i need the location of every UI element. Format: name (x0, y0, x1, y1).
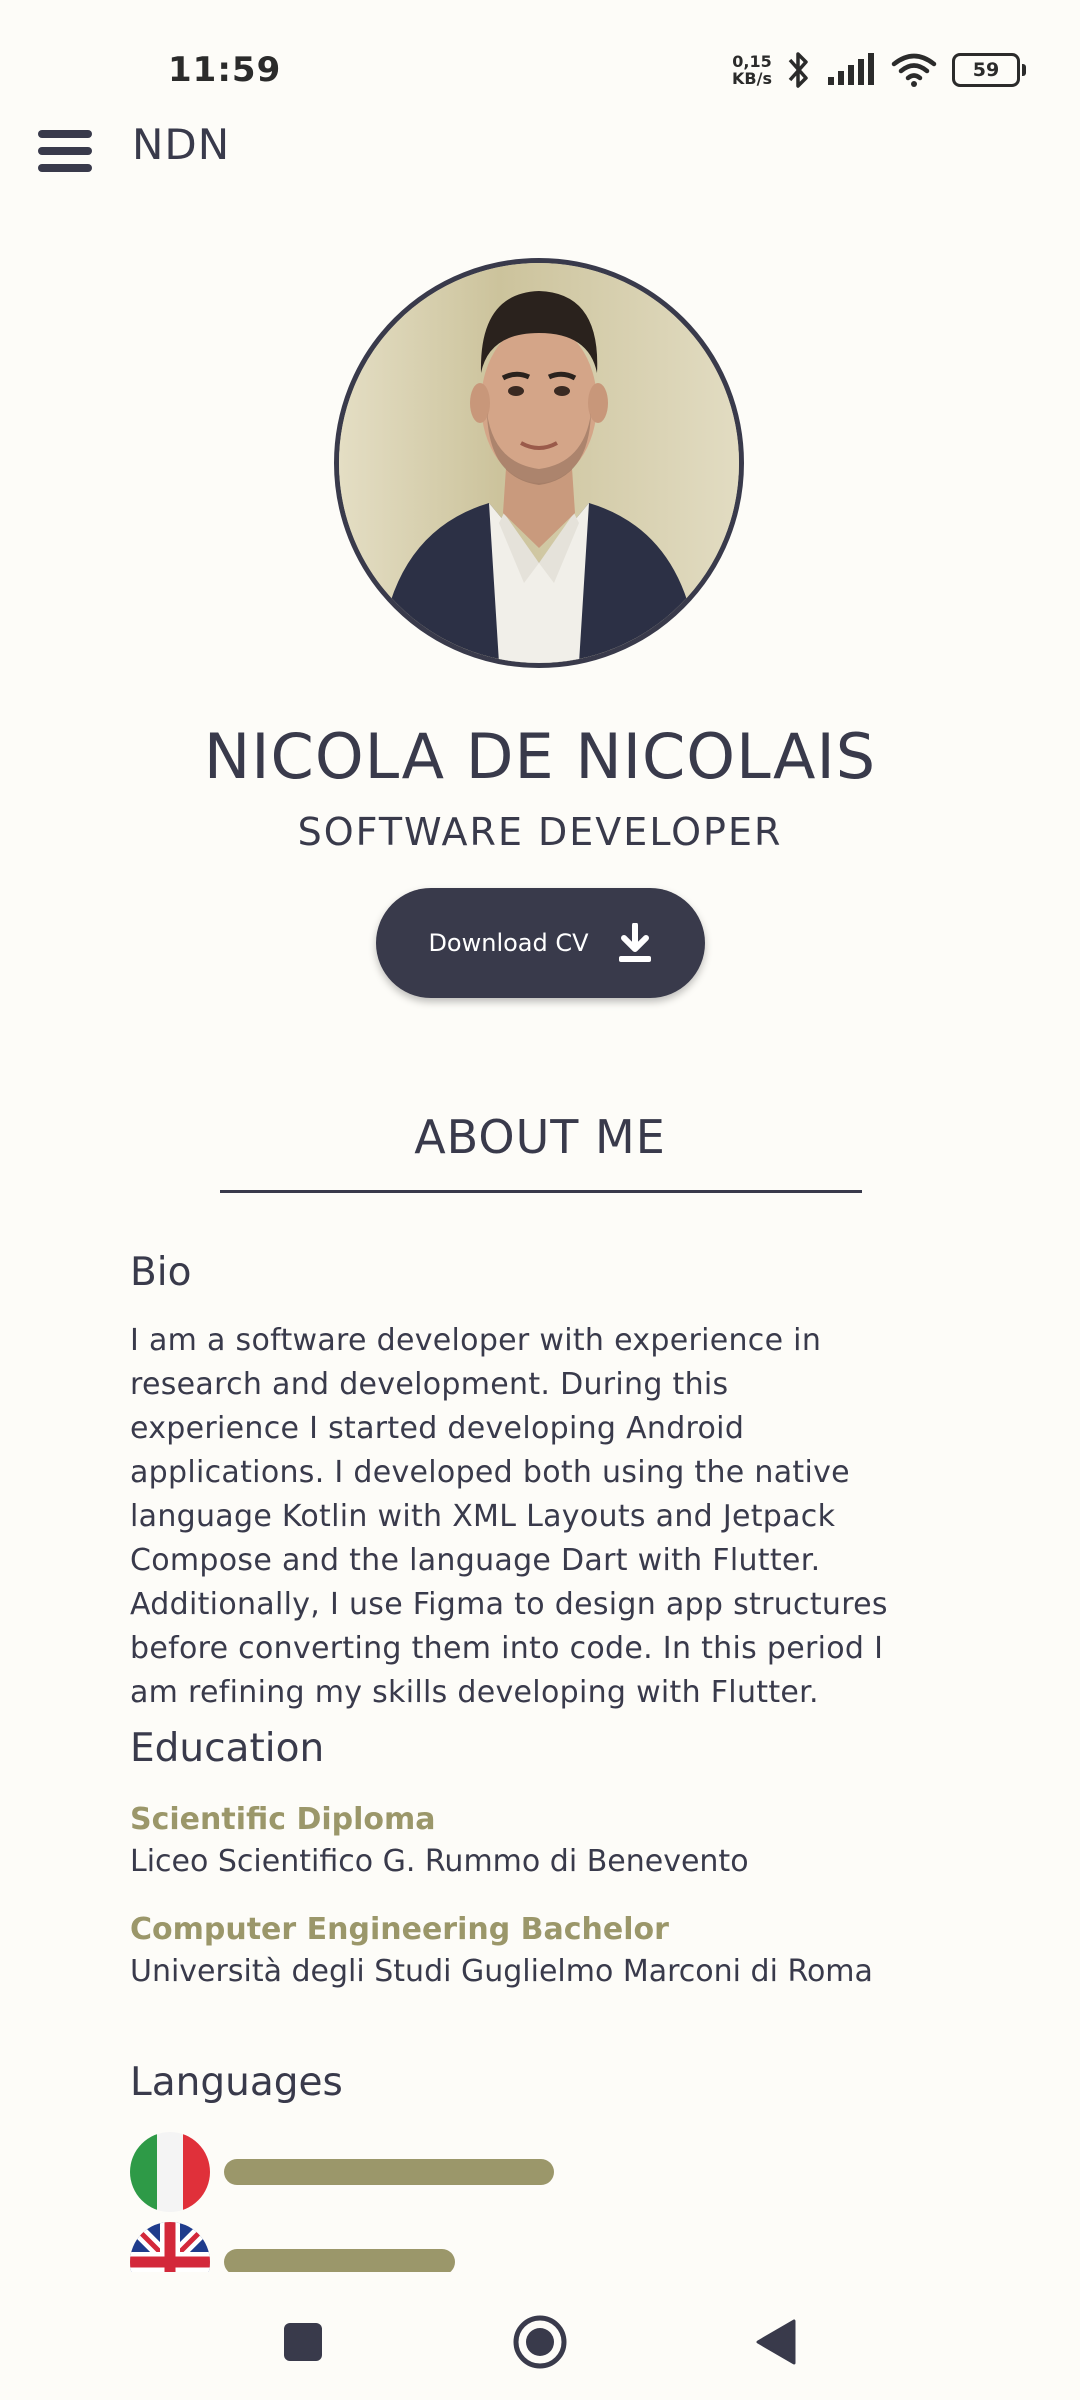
education-item: Computer Engineering Bachelor Università… (130, 1910, 873, 1994)
network-speed-value: 0,15 (732, 52, 772, 71)
profile-photo (334, 258, 744, 668)
education-heading: Education (130, 1726, 325, 1771)
education-school: Liceo Scientifico G. Rummo di Benevento (130, 1844, 749, 1879)
bio-heading: Bio (130, 1250, 192, 1295)
system-navigation-bar (0, 2272, 1080, 2400)
status-icons: 0,15 KB/s 59 (732, 48, 1026, 92)
profile-name: NICOLA DE NICOLAIS (203, 720, 877, 793)
profile-role: SOFTWARE DEVELOPER (297, 810, 783, 854)
education-title: Computer Engineering Bachelor (130, 1912, 669, 1947)
triangle-back-icon[interactable] (745, 2312, 805, 2372)
education-school: Università degli Studi Guglielmo Marconi… (130, 1954, 873, 1989)
italy-flag-icon (130, 2132, 210, 2212)
status-bar: 11:59 0,15 KB/s 59 (0, 0, 1080, 120)
app-title: NDN (132, 120, 231, 169)
download-cv-button[interactable]: Download CV (376, 888, 705, 998)
bio-line: experience I started developing Android (130, 1411, 745, 1446)
about-me-divider (220, 1190, 862, 1193)
languages-heading: Languages (130, 2060, 343, 2105)
language-row (130, 2132, 554, 2212)
bio-line: am refining my skills developing with Fl… (130, 1675, 819, 1710)
bio-line: before converting them into code. In thi… (130, 1631, 884, 1666)
profile-photo-illustration (339, 263, 739, 663)
education-item: Scientific Diploma Liceo Scientifico G. … (130, 1800, 749, 1884)
circle-home-icon[interactable] (510, 2312, 570, 2372)
status-time: 11:59 (168, 50, 282, 90)
signal-icon (828, 53, 874, 85)
bio-section: Bio I am a software developer with exper… (130, 1250, 960, 1715)
about-me-title: ABOUT ME (414, 1110, 666, 1164)
hamburger-menu-icon[interactable] (38, 126, 92, 176)
bio-line: applications. I developed both using the… (130, 1455, 850, 1490)
education-title: Scientific Diploma (130, 1802, 436, 1837)
download-cv-label: Download CV (428, 929, 589, 957)
bluetooth-icon (788, 52, 808, 88)
bio-line: research and development. During this (130, 1367, 729, 1402)
bio-line: I am a software developer with experienc… (130, 1323, 822, 1358)
app-bar: NDN (0, 110, 1080, 190)
bio-text: I am a software developer with experienc… (130, 1319, 960, 1715)
battery-icon: 59 (952, 53, 1026, 87)
bio-line: language Kotlin with XML Layouts and Jet… (130, 1499, 836, 1534)
language-level-bar (224, 2159, 554, 2185)
network-speed: 0,15 KB/s (732, 53, 772, 87)
square-recents-icon[interactable] (273, 2312, 333, 2372)
bio-line: Additionally, I use Figma to design app … (130, 1587, 888, 1622)
bio-line: Compose and the language Dart with Flutt… (130, 1543, 821, 1578)
download-icon (618, 923, 651, 962)
battery-level: 59 (972, 59, 1000, 81)
wifi-icon (891, 53, 937, 87)
network-speed-unit: KB/s (732, 69, 772, 88)
